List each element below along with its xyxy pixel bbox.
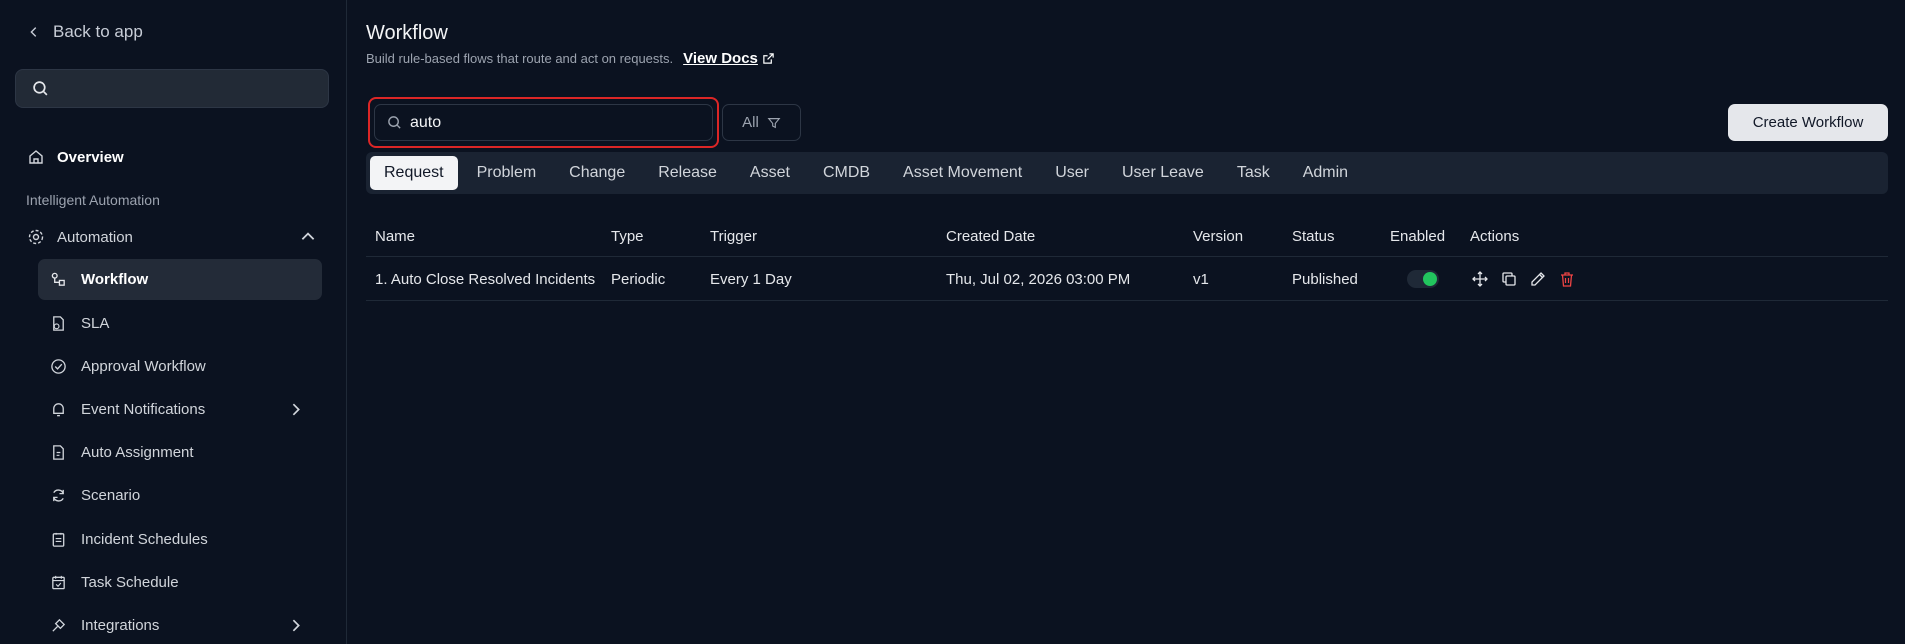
table-header-row: Name Type Trigger Created Date Version S… (366, 215, 1888, 257)
sidebar-item-integrations[interactable]: Integrations (38, 605, 322, 644)
sidebar: Back to app Overview Intelligent Automat… (0, 0, 347, 644)
sidebar-item-label: Workflow (81, 271, 149, 288)
refresh-icon (53, 489, 64, 502)
sidebar-item-scenario[interactable]: Scenario (38, 475, 322, 516)
sidebar-item-label: Task Schedule (81, 574, 179, 591)
page-subtitle: Build rule-based flows that route and ac… (366, 50, 775, 67)
sidebar-item-label: Incident Schedules (81, 531, 208, 548)
workflow-status: Published (1292, 270, 1358, 288)
sidebar-item-label: Approval Workflow (81, 358, 206, 375)
chevron-right-icon (292, 403, 300, 416)
sidebar-item-incident-schedules[interactable]: Incident Schedules (38, 519, 322, 560)
automation-label: Automation (57, 228, 133, 246)
workflow-search[interactable] (374, 104, 713, 141)
tab-cmdb[interactable]: CMDB (809, 156, 884, 190)
view-docs-label: View Docs (683, 50, 758, 67)
table-row[interactable]: 1. Auto Close Resolved Incidents Periodi… (366, 257, 1888, 301)
column-header-created-date[interactable]: Created Date (946, 215, 1035, 257)
workflow-name-link[interactable]: 1. Auto Close Resolved Incidents (375, 257, 595, 301)
tab-problem[interactable]: Problem (463, 156, 551, 190)
sidebar-item-label: Event Notifications (81, 401, 206, 418)
back-to-app-link[interactable]: Back to app (27, 22, 143, 42)
sla-icon (53, 316, 64, 331)
workflow-type: Periodic (611, 270, 666, 288)
sidebar-item-label: Integrations (81, 617, 160, 634)
tab-asset[interactable]: Asset (736, 156, 804, 190)
calendar-check-icon (52, 575, 65, 590)
tab-user-leave[interactable]: User Leave (1108, 156, 1218, 190)
sidebar-item-approval-workflow[interactable]: Approval Workflow (38, 346, 322, 387)
column-header-status[interactable]: Status (1292, 215, 1335, 257)
sidebar-item-sla[interactable]: SLA (38, 303, 322, 344)
filter-label: All (742, 114, 759, 131)
filter-button[interactable]: All (722, 104, 801, 141)
workflow-search-input[interactable] (410, 113, 690, 132)
clipboard-icon (52, 532, 65, 547)
tab-user[interactable]: User (1041, 156, 1103, 190)
workflow-table: Name Type Trigger Created Date Version S… (366, 215, 1888, 301)
home-icon (29, 150, 43, 164)
sidebar-item-auto-assignment[interactable]: Auto Assignment (38, 432, 322, 473)
column-header-enabled: Enabled (1390, 227, 1446, 245)
module-tabs: Request Problem Change Release Asset CMD… (366, 152, 1888, 194)
sidebar-item-event-notifications[interactable]: Event Notifications (38, 389, 322, 430)
column-header-type[interactable]: Type (611, 215, 644, 257)
view-docs-link[interactable]: View Docs (683, 50, 775, 67)
main-content: Workflow Build rule-based flows that rou… (348, 0, 1905, 644)
search-icon (33, 81, 48, 96)
workflow-version: v1 (1193, 270, 1209, 288)
sidebar-search-input[interactable] (15, 69, 329, 108)
create-workflow-button[interactable]: Create Workflow (1728, 104, 1888, 141)
tab-task[interactable]: Task (1223, 156, 1284, 190)
move-icon[interactable] (1472, 271, 1488, 287)
row-actions (1472, 257, 1575, 301)
assignment-icon (53, 445, 64, 460)
chevron-right-icon (292, 619, 300, 632)
workflow-trigger: Every 1 Day (710, 270, 792, 288)
workflow-created-date: Thu, Jul 02, 2026 03:00 PM (946, 270, 1131, 288)
toggle-knob (1423, 272, 1437, 286)
column-header-actions: Actions (1470, 227, 1520, 245)
tab-change[interactable]: Change (555, 156, 639, 190)
sidebar-item-overview[interactable]: Overview (27, 148, 124, 166)
sidebar-item-label: SLA (81, 315, 110, 332)
tab-asset-movement[interactable]: Asset Movement (889, 156, 1036, 190)
check-circle-icon (51, 359, 66, 374)
plug-icon (52, 618, 66, 632)
overview-label: Overview (57, 148, 124, 166)
search-icon (388, 116, 401, 129)
chevron-left-icon (30, 27, 37, 37)
external-link-icon (763, 53, 774, 64)
back-label: Back to app (53, 22, 143, 41)
column-header-name[interactable]: Name (375, 215, 415, 257)
tab-release[interactable]: Release (644, 156, 731, 190)
edit-icon[interactable] (1530, 271, 1546, 287)
gear-icon (28, 229, 44, 245)
sidebar-item-task-schedule[interactable]: Task Schedule (38, 562, 322, 603)
filter-icon (767, 117, 781, 128)
section-label: Intelligent Automation (26, 192, 160, 208)
tab-request[interactable]: Request (370, 156, 458, 190)
sidebar-item-workflow[interactable]: Workflow (38, 259, 322, 300)
sidebar-item-automation[interactable]: Automation (27, 228, 317, 246)
page-title: Workflow (366, 22, 448, 44)
sidebar-item-label: Scenario (81, 487, 141, 504)
delete-icon[interactable] (1559, 271, 1575, 287)
enabled-cell (1407, 257, 1439, 301)
sidebar-item-label: Auto Assignment (81, 444, 194, 461)
column-header-version[interactable]: Version (1193, 215, 1243, 257)
enabled-toggle[interactable] (1407, 270, 1439, 288)
bell-icon (53, 403, 64, 417)
tab-admin[interactable]: Admin (1289, 156, 1362, 190)
chevron-up-icon (301, 232, 315, 240)
copy-icon[interactable] (1501, 271, 1517, 287)
subtitle-text: Build rule-based flows that route and ac… (366, 51, 674, 66)
workflow-icon (51, 272, 65, 286)
column-header-trigger[interactable]: Trigger (710, 215, 757, 257)
